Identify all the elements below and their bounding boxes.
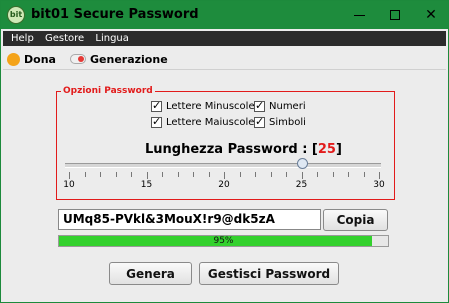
dona-label: Dona: [24, 52, 56, 66]
donate-coin-icon: [7, 52, 20, 66]
gestisci-password-button[interactable]: Gestisci Password: [199, 262, 339, 285]
maximize-button[interactable]: [377, 1, 413, 29]
slider-tick: [193, 172, 194, 177]
length-value: 25: [317, 142, 336, 157]
menu-gestore[interactable]: Gestore: [45, 31, 84, 46]
slider-tick: [84, 172, 86, 177]
slider-tick-label: 10: [63, 180, 75, 190]
slider-tick: [69, 172, 70, 179]
app-window: bit bit01 Secure Password Help Gestore L…: [0, 0, 449, 303]
length-slider[interactable]: 10 15 20 25 30: [61, 156, 389, 196]
generazione-label: Generazione: [90, 52, 168, 66]
slider-tick: [115, 172, 117, 177]
slider-tick-label: 30: [373, 180, 385, 190]
slider-tick: [286, 172, 287, 177]
checkbox-uppercase[interactable]: Lettere Maiuscole: [151, 115, 255, 128]
slider-tick: [317, 172, 318, 177]
slider-tick: [146, 172, 148, 179]
length-label-prefix: Lunghezza Password : [: [145, 142, 318, 157]
checkbox-box[interactable]: [151, 115, 162, 128]
dona-button[interactable]: Dona: [7, 51, 56, 67]
checkbox-symbols[interactable]: Simboli: [254, 115, 306, 128]
checkbox-lowercase[interactable]: Lettere Minuscole: [151, 99, 255, 112]
slider-tick-label: 15: [140, 180, 153, 190]
slider-tick: [348, 172, 349, 177]
slider-tick: [301, 172, 303, 179]
genera-button[interactable]: Genera: [109, 262, 192, 285]
length-label-suffix: ]: [335, 142, 342, 157]
checkbox-label: Numeri: [269, 101, 306, 112]
slider-tick: [255, 172, 256, 177]
slider-tick: [131, 172, 132, 177]
slider-track[interactable]: [65, 163, 381, 168]
checkbox-numbers[interactable]: Numeri: [254, 99, 306, 112]
checkbox-box[interactable]: [254, 99, 265, 112]
checkbox-box[interactable]: [254, 115, 265, 128]
title-bar: bit bit01 Secure Password: [1, 1, 448, 29]
slider-tick: [224, 172, 225, 179]
checkbox-box[interactable]: [151, 99, 162, 112]
minimize-button[interactable]: [341, 1, 377, 29]
slider-tick: [162, 172, 163, 177]
slider-thumb[interactable]: [296, 158, 308, 169]
slider-tick: [332, 172, 334, 177]
slider-tick: [100, 172, 101, 177]
toggle-icon: [70, 54, 86, 64]
close-button[interactable]: [413, 1, 449, 29]
slider-tick: [177, 172, 179, 177]
app-logo-icon: bit: [7, 6, 25, 24]
menu-bar: Help Gestore Lingua: [3, 31, 446, 46]
strength-progress-bar: 95%: [58, 235, 389, 247]
checkbox-label: Lettere Maiuscole: [166, 117, 255, 128]
slider-tick-label: 20: [218, 180, 230, 190]
password-options-title: Opzioni Password: [61, 86, 155, 96]
length-label: Lunghezza Password : [25]: [145, 142, 342, 157]
slider-tick-label: 25: [295, 180, 308, 190]
copia-button[interactable]: Copia: [323, 209, 388, 231]
password-field[interactable]: UMq85-PVkl&3MouX!r9@dk5zA: [58, 209, 321, 230]
progress-text: 95%: [213, 236, 234, 246]
slider-tick: [270, 172, 272, 177]
menu-help[interactable]: Help: [11, 31, 34, 46]
slider-tick: [239, 172, 241, 177]
slider-tick: [208, 172, 210, 177]
toolbar: Dona Generazione: [3, 49, 446, 70]
menu-lingua[interactable]: Lingua: [95, 31, 129, 46]
checkbox-label: Simboli: [269, 117, 306, 128]
window-title: bit01 Secure Password: [31, 7, 199, 22]
generazione-button[interactable]: Generazione: [70, 51, 168, 67]
checkbox-label: Lettere Minuscole: [166, 101, 255, 112]
slider-tick: [379, 172, 380, 179]
slider-tick: [363, 172, 365, 177]
